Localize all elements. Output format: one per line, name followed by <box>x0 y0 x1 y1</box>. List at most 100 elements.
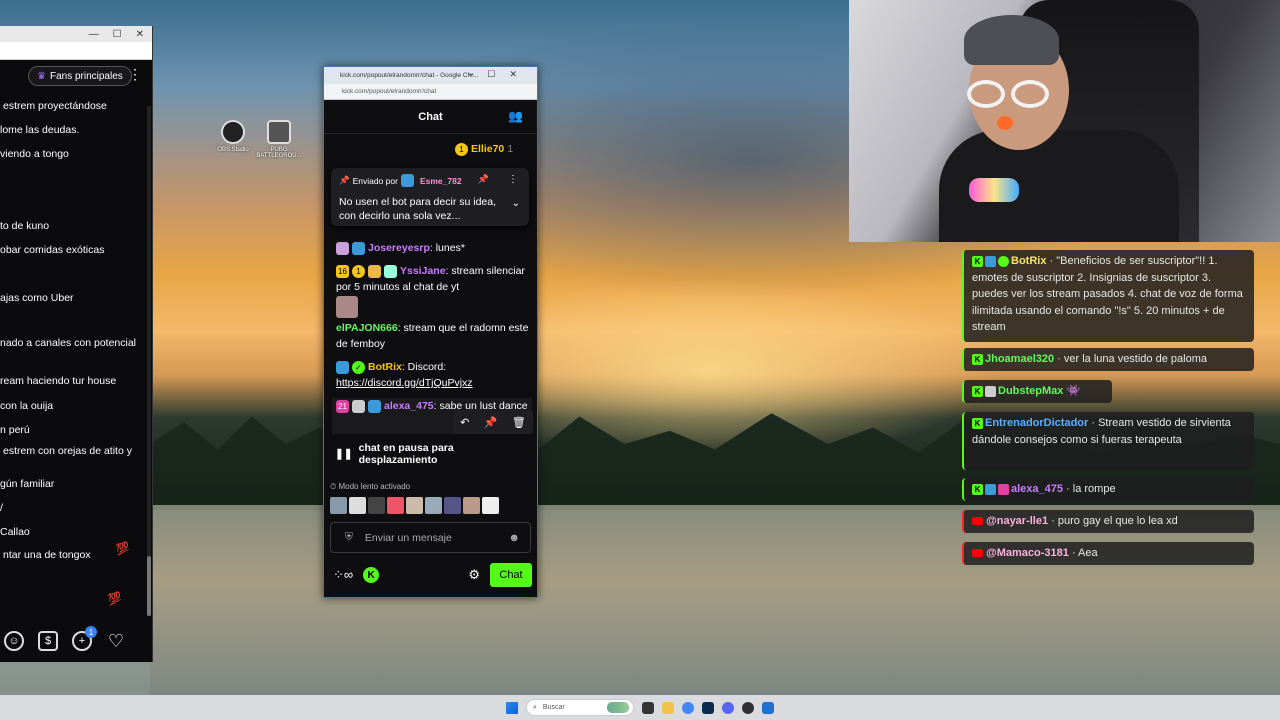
verified-icon <box>998 255 1009 267</box>
window-controls[interactable]: –☐✕ <box>468 69 531 80</box>
pubg-icon <box>267 120 291 144</box>
kick-icon: K <box>972 385 983 397</box>
pin-icon[interactable]: 📌 <box>484 416 498 429</box>
file-explorer-icon[interactable] <box>662 701 674 714</box>
overlay-username: alexa_475 <box>1011 483 1063 495</box>
user-settings-icon[interactable]: 👥 <box>508 109 523 123</box>
photoshop-icon[interactable] <box>702 701 714 714</box>
pinned-author[interactable]: Esme_782 <box>420 176 462 186</box>
more-options-icon[interactable]: ⋮ <box>508 174 518 185</box>
emoji-icon[interactable]: ☺ <box>4 631 24 651</box>
desktop-icon-obs[interactable]: OBS Studio <box>208 120 258 153</box>
obs-icon <box>221 120 245 144</box>
kick-icon: K <box>972 353 983 365</box>
top-user-name: Ellie70 <box>471 143 505 155</box>
avatar[interactable] <box>349 497 366 514</box>
task-view-icon[interactable] <box>642 701 654 714</box>
pinned-text: No usen el bot para decir su idea, con d… <box>339 196 497 222</box>
desktop-icon-pubg[interactable]: PUBG BATTLEGROU... <box>254 120 304 159</box>
left-scrollbar[interactable] <box>147 106 151 616</box>
chat-paused-banner[interactable]: ❚❚ chat en pausa para desplazamiento <box>329 442 533 466</box>
top-user[interactable]: 1 Ellie70 1 <box>455 141 535 157</box>
list-item: estrem proyectándose <box>3 100 107 112</box>
avatar[interactable] <box>444 497 461 514</box>
list-item: estrem con orejas de atito y <box>3 445 132 457</box>
discord-link[interactable]: https://discord.gg/dTjQuPvjxz <box>336 377 473 389</box>
top-rank-icon: 1 <box>455 142 468 156</box>
chat-message: elPAJON666: stream que el radomn este de… <box>336 320 531 352</box>
kick-icon: K <box>972 417 983 429</box>
notification-badge: 1 <box>85 626 97 638</box>
more-options-icon[interactable]: ⋮ <box>128 66 142 83</box>
chat-username[interactable]: Josereyesrp <box>368 242 430 254</box>
window-title: kick.com/popout/elrandomrr/chat - Google… <box>340 72 479 79</box>
emoji-icon[interactable]: ☻ <box>508 532 520 544</box>
chat-header: Chat 👥 <box>324 100 537 134</box>
taskbar-search[interactable]: ⌕ Buscar <box>526 699 634 716</box>
add-icon[interactable]: +1 <box>72 626 97 651</box>
avatar[interactable] <box>482 497 499 514</box>
windows-start-icon[interactable] <box>506 701 518 714</box>
discord-icon[interactable] <box>722 701 734 714</box>
overlay-message: K EntrenadorDictador · Stream vestido de … <box>962 412 1254 470</box>
overlay-text: · puro gay el que lo lea xd <box>1048 515 1178 527</box>
clown-nose <box>997 116 1013 130</box>
chrome-icon[interactable] <box>682 701 694 714</box>
list-item: nado a canales con potencial <box>0 337 137 349</box>
crown-icon: ♛ <box>37 70 46 82</box>
avatar[interactable] <box>387 497 404 514</box>
chat-address-bar[interactable]: kick.com/popout/elrandomrr/chat <box>324 84 537 100</box>
pause-icon: ❚❚ <box>335 448 353 460</box>
gift-icon <box>368 264 381 278</box>
emote-icon: 👾 <box>1066 385 1081 397</box>
avatar[interactable] <box>330 497 347 514</box>
message-input[interactable]: ⛨ Enviar un mensaje ☻ <box>330 522 531 553</box>
streamer-glasses <box>967 80 1057 108</box>
overlay-message: @nayar-lle1 · puro gay el que lo lea xd <box>962 510 1254 533</box>
unpin-icon[interactable]: 📌 <box>478 174 489 185</box>
points-icon[interactable]: ⁘∞ <box>333 567 353 583</box>
chat-username[interactable]: BotRix <box>368 361 402 373</box>
chat-message: 16 1 YssiJane: stream silenciar por 5 minu… <box>336 263 531 318</box>
send-chat-button[interactable]: Chat <box>490 563 532 587</box>
list-item: obar comidas exóticas <box>0 244 105 256</box>
maximize-icon[interactable]: ☐ <box>113 29 122 40</box>
desktop-icon-label: OBS Studio <box>217 147 249 153</box>
avatar[interactable] <box>368 497 385 514</box>
search-icon: ⌕ <box>533 703 537 711</box>
message-actions: ↶ 📌 🗑 <box>453 410 533 434</box>
overlay-username: BotRix <box>1011 255 1047 267</box>
chevron-down-icon[interactable]: ⌄ <box>512 198 520 209</box>
heart-icon[interactable]: ♡ <box>106 631 126 651</box>
list-item: ntar una de tongox <box>3 549 91 561</box>
input-placeholder: Enviar un mensaje <box>364 531 452 544</box>
kick-icon: K <box>972 255 983 267</box>
avatar[interactable] <box>406 497 423 514</box>
scroll-thumb[interactable] <box>147 556 151 616</box>
minimize-icon[interactable]: — <box>89 29 99 40</box>
app-icon[interactable] <box>762 701 774 714</box>
gear-icon[interactable]: ⚙ <box>468 567 480 583</box>
chat-username[interactable]: elPAJON666 <box>336 322 398 334</box>
chat-username[interactable]: YssiJane <box>400 265 446 277</box>
overlay-message: K Jhoamael320 · ver la luna vestido de pa… <box>962 348 1254 371</box>
reply-icon[interactable]: ↶ <box>460 416 469 429</box>
close-icon[interactable]: ✕ <box>136 29 144 40</box>
money-icon[interactable]: $ <box>38 631 58 651</box>
streamer-cap <box>964 15 1059 65</box>
left-address-bar[interactable] <box>0 42 152 60</box>
avatar[interactable] <box>425 497 442 514</box>
youtube-icon <box>972 517 983 526</box>
viewer-avatars <box>330 497 499 514</box>
fans-principales-button[interactable]: ♛ Fans principales <box>28 66 132 86</box>
avatar[interactable] <box>463 497 480 514</box>
clock-icon: ⏱ <box>330 482 337 491</box>
chat-text: : lunes* <box>429 242 465 254</box>
chat-message: ✓ BotRix: Discord: https://discord.gg/dTj… <box>336 359 531 391</box>
obs-taskbar-icon[interactable] <box>742 701 754 714</box>
chat-username[interactable]: alexa_475 <box>384 400 434 412</box>
pinned-message[interactable]: 📌 Enviado por Esme_782 No usen el bot pa… <box>331 168 529 226</box>
slow-mode-label: Modo lento activado <box>338 482 411 491</box>
delete-icon[interactable]: 🗑 <box>512 416 526 429</box>
kick-icon[interactable]: K <box>363 567 380 583</box>
